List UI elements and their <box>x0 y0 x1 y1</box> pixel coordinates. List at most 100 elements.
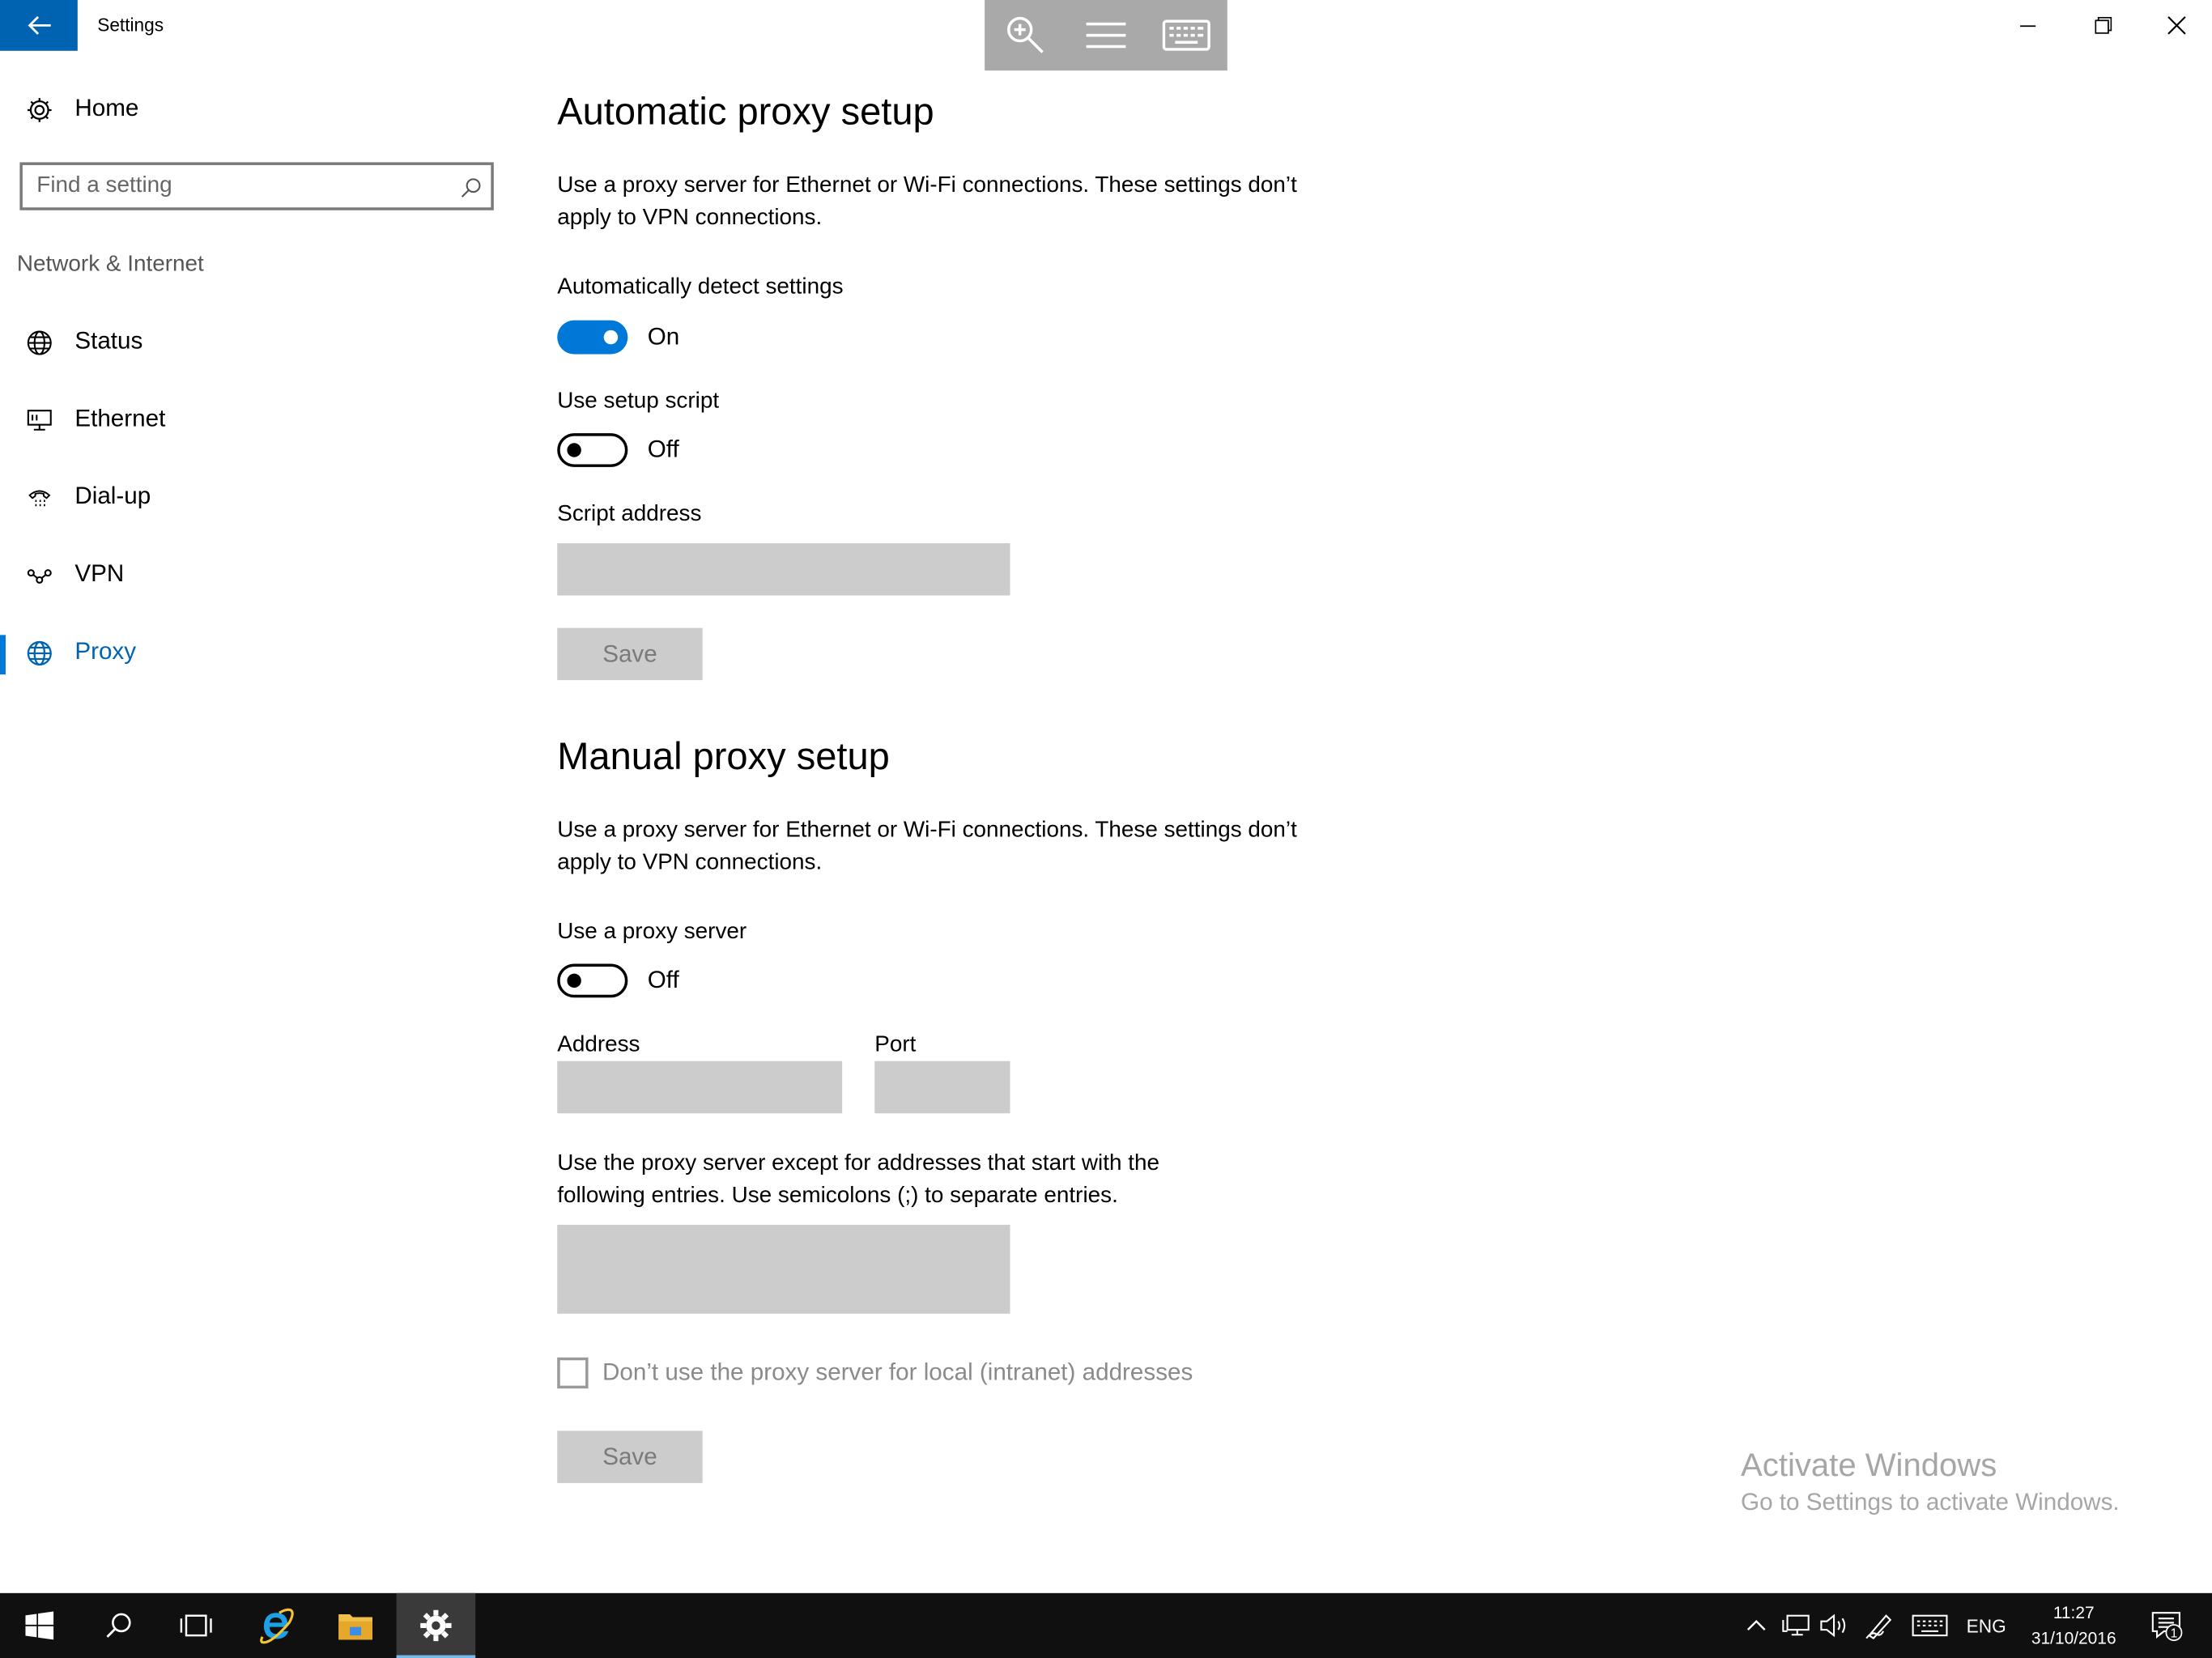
address-field[interactable] <box>557 1061 843 1114</box>
gear-icon <box>27 98 52 122</box>
pen-icon <box>1865 1614 1892 1639</box>
globe-icon <box>27 640 52 666</box>
search-icon <box>106 1613 131 1638</box>
clock-time: 11:27 <box>2052 1603 2095 1623</box>
active-app-indicator <box>396 1655 476 1658</box>
port-label: Port <box>874 1032 917 1057</box>
clock-date: 31/10/2016 <box>2031 1628 2116 1648</box>
setup-script-state: Off <box>647 436 679 463</box>
sidebar-item-label: Ethernet <box>74 405 166 432</box>
keyboard-icon <box>1161 19 1210 51</box>
sidebar-item-label: Status <box>74 327 143 355</box>
action-center-button[interactable]: 1 <box>2142 1593 2193 1658</box>
use-proxy-toggle[interactable] <box>557 963 628 998</box>
script-address-field[interactable] <box>557 543 1010 596</box>
hamburger-menu-icon <box>1085 22 1125 49</box>
auto-detect-state: On <box>647 323 680 351</box>
port-field[interactable] <box>874 1061 1010 1114</box>
use-proxy-label: Use a proxy server <box>557 920 747 945</box>
menu-button[interactable] <box>1065 0 1145 70</box>
gear-icon <box>420 1609 452 1642</box>
setup-script-toggle[interactable] <box>557 433 628 467</box>
manual-proxy-description: Use a proxy server for Ethernet or Wi-Fi… <box>557 818 1297 875</box>
sidebar-item-home[interactable]: Home <box>0 79 515 142</box>
address-label: Address <box>557 1032 640 1057</box>
local-addresses-label: Don’t use the proxy server for local (in… <box>602 1358 1193 1386</box>
minimize-icon <box>2020 25 2036 28</box>
restore-icon <box>2095 16 2112 34</box>
minimize-button[interactable] <box>1992 0 2065 51</box>
manual-proxy-heading: Manual proxy setup <box>557 735 890 778</box>
use-proxy-state: Off <box>647 966 679 994</box>
touch-toolbar <box>985 0 1227 71</box>
internet-explorer-button[interactable] <box>237 1593 317 1658</box>
network-tray-button[interactable] <box>1777 1593 1814 1658</box>
auto-detect-label: Automatically detect settings <box>557 274 844 300</box>
sidebar-item-ethernet[interactable]: Ethernet <box>0 389 515 452</box>
zoom-in-icon <box>1006 16 1043 53</box>
settings-window: Settings Home Find a setting Network & I… <box>0 0 2212 1658</box>
file-explorer-button[interactable] <box>316 1593 395 1658</box>
dialup-phone-icon <box>28 490 51 507</box>
sidebar-item-label: VPN <box>74 559 125 588</box>
sidebar-item-label: Home <box>74 94 139 121</box>
keyboard-button[interactable] <box>1146 0 1226 70</box>
close-button[interactable] <box>2140 0 2212 51</box>
windows-logo-icon <box>25 1611 54 1640</box>
toggle-knob <box>603 329 619 345</box>
automatic-proxy-heading: Automatic proxy setup <box>557 90 934 133</box>
manual-save-button[interactable]: Save <box>557 1431 703 1483</box>
activation-watermark-subtitle: Go to Settings to activate Windows. <box>1741 1488 2120 1516</box>
activation-watermark-title: Activate Windows <box>1741 1446 1997 1483</box>
sidebar-item-dialup[interactable]: Dial-up <box>0 467 515 529</box>
toggle-knob <box>567 973 581 988</box>
internet-explorer-icon <box>260 1608 294 1644</box>
volume-tray-button[interactable] <box>1817 1593 1853 1658</box>
script-address-label: Script address <box>557 502 702 527</box>
show-hidden-icons-button[interactable] <box>1741 1593 1772 1658</box>
toggle-knob <box>567 443 581 457</box>
input-language-button[interactable]: ENG <box>1958 1593 2014 1658</box>
network-icon <box>1782 1614 1810 1636</box>
sidebar-item-proxy[interactable]: Proxy <box>0 623 515 685</box>
notification-count: 1 <box>2171 1626 2178 1640</box>
pen-tray-button[interactable] <box>1862 1593 1899 1658</box>
search-icon <box>461 178 481 198</box>
keyboard-icon <box>1912 1614 1948 1637</box>
notification-icon: 1 <box>2151 1612 2183 1642</box>
restore-button[interactable] <box>2067 0 2141 51</box>
taskbar: ENG 11:27 31/10/2016 1 <box>0 1592 2212 1658</box>
settings-taskbar-button[interactable] <box>396 1592 476 1658</box>
search-input[interactable] <box>36 164 446 208</box>
touch-keyboard-button[interactable] <box>1908 1593 1953 1658</box>
exceptions-description: Use the proxy server except for addresse… <box>557 1151 1159 1208</box>
back-button[interactable] <box>0 0 78 51</box>
automatic-proxy-description: Use a proxy server for Ethernet or Wi-Fi… <box>557 173 1297 231</box>
local-addresses-checkbox[interactable] <box>557 1357 589 1389</box>
exceptions-field[interactable] <box>557 1224 1010 1314</box>
search-box[interactable] <box>19 162 494 210</box>
auto-detect-toggle[interactable] <box>557 320 628 355</box>
sidebar-item-label: Dial-up <box>74 483 151 510</box>
chevron-up-icon <box>1746 1619 1766 1631</box>
ethernet-monitor-icon <box>27 410 52 431</box>
sidebar-item-label: Proxy <box>74 637 137 665</box>
app-title: Settings <box>97 14 164 36</box>
back-arrow-icon <box>27 15 50 35</box>
clock-button[interactable]: 11:27 31/10/2016 <box>2018 1593 2130 1658</box>
speaker-icon <box>1820 1613 1846 1637</box>
vpn-icon <box>27 569 52 584</box>
section-title: Network & Internet <box>16 252 204 277</box>
sidebar-item-vpn[interactable]: VPN <box>0 545 515 607</box>
task-view-icon <box>180 1614 212 1637</box>
search-taskbar-button[interactable] <box>79 1593 159 1658</box>
setup-script-label: Use setup script <box>557 389 720 414</box>
globe-status-icon <box>27 330 52 355</box>
magnifier-button[interactable] <box>985 0 1065 70</box>
folder-icon <box>338 1613 372 1640</box>
task-view-button[interactable] <box>156 1593 236 1658</box>
automatic-save-button[interactable]: Save <box>557 627 703 681</box>
close-icon <box>2167 16 2186 35</box>
sidebar-item-status[interactable]: Status <box>0 312 515 374</box>
start-button[interactable] <box>0 1593 79 1658</box>
